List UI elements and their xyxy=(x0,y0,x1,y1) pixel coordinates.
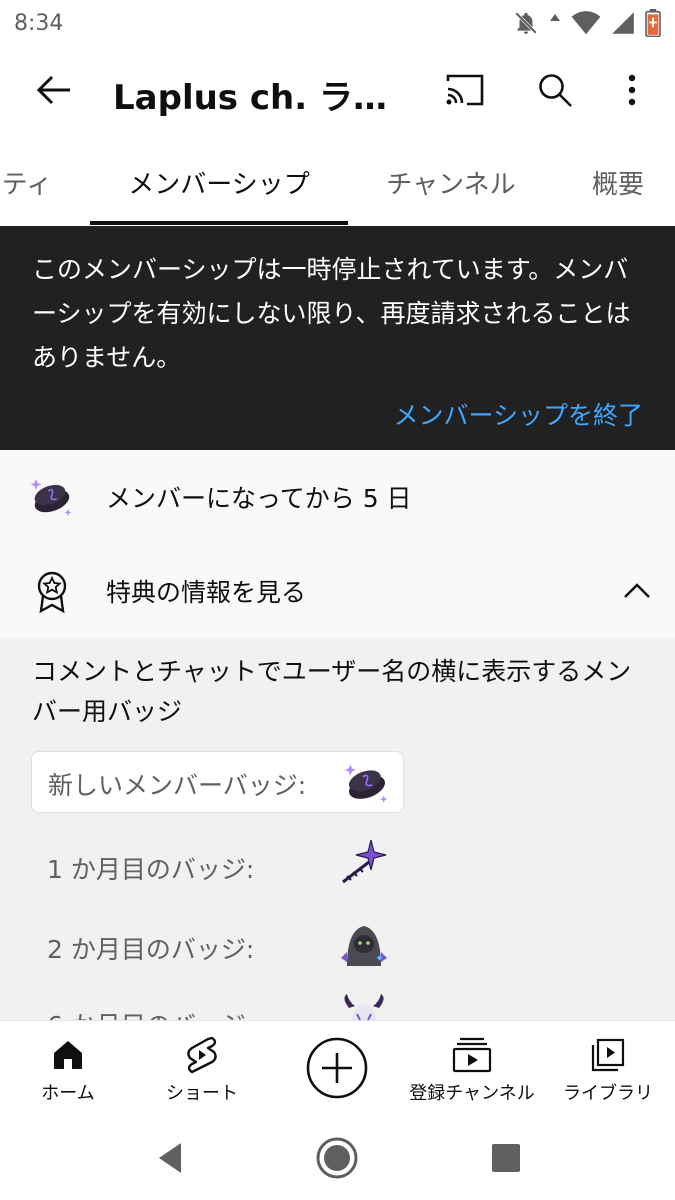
horned-character-badge-icon xyxy=(344,994,384,1020)
channel-tabs: ティ メンバーシップ チャンネル 概要 xyxy=(0,138,675,226)
data-arrows-icon xyxy=(550,14,560,21)
nav-home-label: ホーム xyxy=(41,1083,95,1104)
cast-button[interactable] xyxy=(438,66,492,114)
triangle-back-icon xyxy=(159,1143,181,1173)
bottom-navigation: ホーム ショート 登録チャンネル ライブラリ xyxy=(0,1020,675,1116)
search-button[interactable] xyxy=(530,66,580,114)
nav-subscriptions-label: 登録チャンネル xyxy=(409,1083,535,1104)
purple-star-badge-icon xyxy=(342,839,387,884)
status-icons xyxy=(513,9,661,37)
library-icon xyxy=(588,1035,628,1075)
banner-message: このメンバーシップは一時停止されています。メンバーシップを有効にしない限り、再度… xyxy=(32,255,631,372)
home-icon xyxy=(48,1035,88,1075)
nav-shorts-label: ショート xyxy=(166,1083,238,1104)
perks-toggle-row[interactable]: 特典の情報を見る xyxy=(0,544,675,638)
subscriptions-icon xyxy=(452,1035,492,1075)
nav-create[interactable] xyxy=(292,1021,382,1117)
search-icon xyxy=(539,74,572,107)
badge-row-label: 2 か月目のバッジ: xyxy=(47,935,255,964)
battery-icon xyxy=(645,9,661,37)
member-duration-row: メンバーになってから 5 日 xyxy=(0,450,675,544)
perks-toggle-label: 特典の情報を見る xyxy=(106,578,307,607)
circle-home-icon xyxy=(316,1137,358,1179)
new-member-badge-icon xyxy=(344,764,388,803)
notifications-off-icon xyxy=(515,12,537,34)
nav-shorts[interactable]: ショート xyxy=(152,1021,252,1117)
membership-info: メンバーになってから 5 日 特典の情報を見る xyxy=(0,450,675,638)
nav-home[interactable]: ホーム xyxy=(22,1021,114,1117)
tab-channels[interactable]: チャンネル xyxy=(370,138,532,226)
system-home-button[interactable] xyxy=(313,1134,361,1182)
active-tab-indicator xyxy=(90,221,348,225)
nav-subscriptions[interactable]: 登録チャンネル xyxy=(402,1021,542,1117)
chevron-up-icon xyxy=(624,583,650,598)
membership-paused-banner: このメンバーシップは一時停止されています。メンバーシップを有効にしない限り、再度… xyxy=(0,226,675,450)
tab-membership[interactable]: メンバーシップ xyxy=(90,138,348,226)
status-time: 8:34 xyxy=(14,10,64,36)
more-options-button[interactable] xyxy=(612,66,652,114)
tab-about[interactable]: 概要 xyxy=(575,138,661,226)
perks-panel: コメントとチャットでユーザー名の横に表示するメンバー用バッジ 新しいメンバーバッ… xyxy=(0,638,675,1020)
back-button[interactable] xyxy=(30,66,78,114)
channel-title: Laplus ch. ラプラス・ダークネス xyxy=(113,78,413,118)
system-navigation-bar xyxy=(0,1116,675,1200)
award-star-icon xyxy=(37,571,67,614)
app-bar: Laplus ch. ラプラス・ダークネス xyxy=(0,46,675,138)
tab-community[interactable]: ティ xyxy=(0,138,62,226)
more-vert-icon xyxy=(628,74,636,106)
create-icon xyxy=(306,1037,368,1099)
system-back-button[interactable] xyxy=(146,1134,194,1182)
nav-library[interactable]: ライブラリ xyxy=(555,1021,661,1117)
hooded-character-badge-icon xyxy=(341,926,387,966)
new-member-badge-label: 新しいメンバーバッジ: xyxy=(48,771,307,800)
square-recents-icon xyxy=(492,1144,520,1172)
badge-row-label: 1 か月目のバッジ: xyxy=(47,855,255,884)
arrow-left-icon xyxy=(36,75,70,105)
member-duration-label: メンバーになってから 5 日 xyxy=(106,484,412,513)
status-bar: 8:34 xyxy=(0,0,675,46)
end-membership-link[interactable]: メンバーシップを終了 xyxy=(393,396,643,432)
wifi-icon xyxy=(571,11,601,35)
badge-row-label: 6 か月目のバッジ: xyxy=(47,1006,254,1020)
system-recents-button[interactable] xyxy=(482,1134,530,1182)
nav-library-label: ライブラリ xyxy=(563,1083,653,1104)
new-member-badge-card: 新しいメンバーバッジ: xyxy=(31,751,404,813)
perks-description: コメントとチャットでユーザー名の横に表示するメンバー用バッジ xyxy=(32,657,632,726)
cast-icon xyxy=(446,74,484,106)
member-badge-icon xyxy=(30,479,72,516)
cellular-icon xyxy=(612,12,634,34)
shorts-icon xyxy=(182,1035,222,1075)
